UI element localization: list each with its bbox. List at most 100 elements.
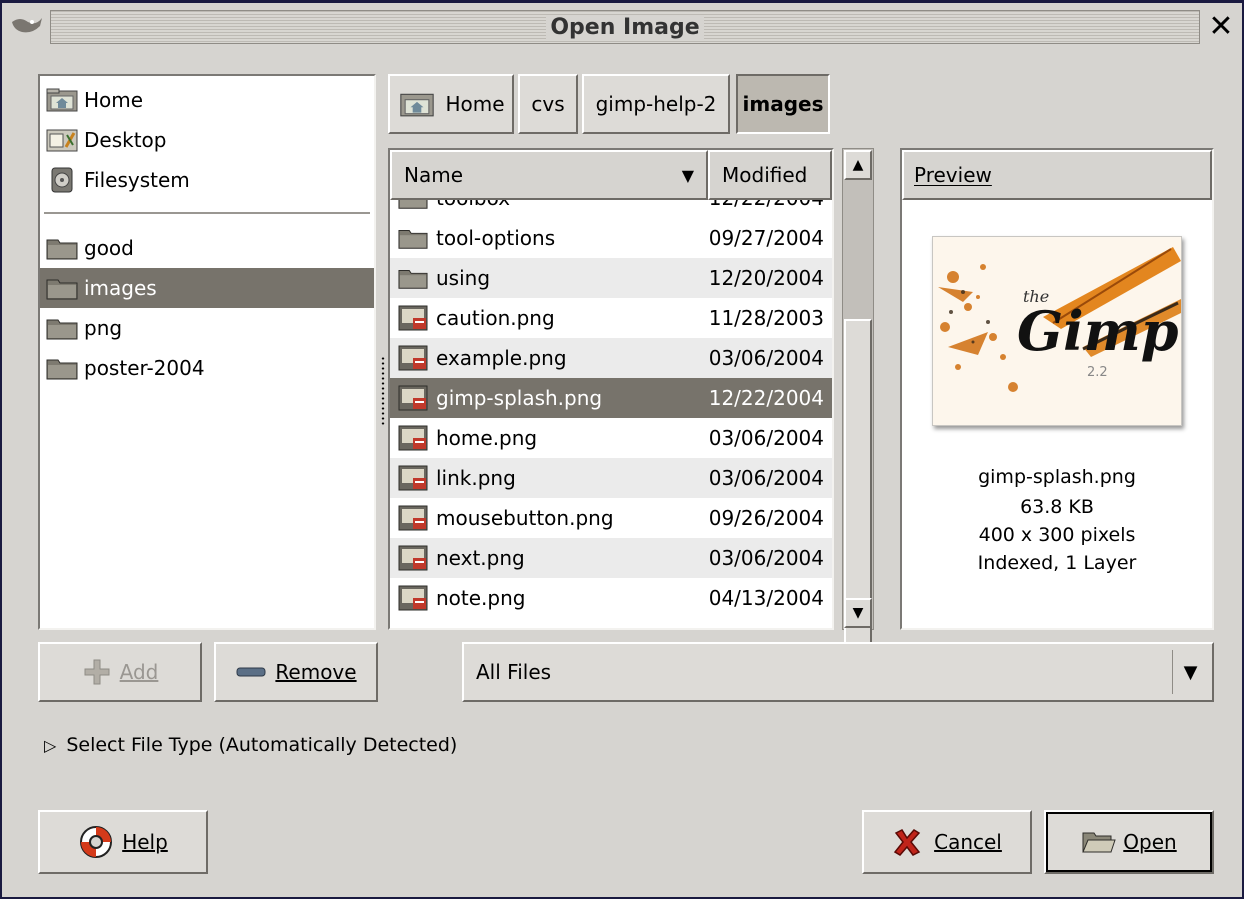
file-date: 03/06/2004: [708, 346, 824, 370]
folder-icon: [46, 279, 78, 300]
harddisk-icon: [51, 167, 73, 193]
place-bookmark-images[interactable]: images: [40, 268, 374, 308]
remove-label: Remove: [275, 660, 357, 684]
file-name: tool-options: [436, 226, 556, 250]
preview-pane: Preview the Gimp 2.2 gimp-splash.png 63.…: [900, 148, 1214, 630]
folder-icon: [46, 359, 78, 380]
help-button[interactable]: Help: [38, 810, 208, 874]
sort-descending-icon: ▼: [681, 165, 694, 185]
image-file-icon: [398, 305, 428, 331]
gimp-logo-icon[interactable]: [10, 12, 44, 38]
file-date: 12/20/2004: [708, 266, 824, 290]
pathbar-label: cvs: [531, 92, 565, 116]
scroll-down-arrow-icon[interactable]: ▼: [844, 598, 872, 628]
pathbar-cvs-button[interactable]: cvs: [518, 74, 578, 134]
file-row-selected[interactable]: gimp-splash.png 12/22/2004: [390, 378, 832, 418]
file-date: 03/06/2004: [708, 466, 824, 490]
column-header-label: Modified: [722, 163, 808, 187]
remove-bookmark-button[interactable]: Remove: [214, 642, 378, 702]
preview-thumbnail: the Gimp 2.2: [932, 236, 1182, 426]
window-title: Open Image: [546, 14, 704, 40]
remove-icon: [236, 667, 266, 677]
file-date: 03/06/2004: [708, 426, 824, 450]
file-name: home.png: [436, 426, 538, 450]
column-header-modified[interactable]: Modified: [708, 150, 832, 200]
file-date: 04/13/2004: [708, 586, 824, 610]
home-folder-icon: [46, 88, 78, 112]
image-file-icon: [398, 505, 428, 531]
file-row[interactable]: caution.png 11/28/2003: [390, 298, 832, 338]
place-label: poster-2004: [84, 356, 205, 380]
preview-header-label: Preview: [914, 163, 992, 187]
place-label: images: [84, 276, 157, 300]
pathbar-label: Home: [445, 92, 505, 116]
title-track: Open Image: [50, 10, 1200, 44]
file-name: toolbox: [436, 200, 698, 210]
cancel-button[interactable]: Cancel: [862, 810, 1032, 874]
pathbar-home-button[interactable]: Home: [388, 74, 514, 134]
add-bookmark-button[interactable]: Add: [38, 642, 202, 702]
file-name: link.png: [436, 466, 516, 490]
place-label: Home: [84, 88, 144, 112]
file-name: using: [436, 266, 491, 290]
place-label: Desktop: [84, 128, 167, 152]
file-row[interactable]: toolbox 12/22/2004: [390, 200, 832, 218]
file-row[interactable]: example.png 03/06/2004: [390, 338, 832, 378]
file-row[interactable]: note.png 04/13/2004: [390, 578, 832, 618]
expander-label: Select File Type (Automatically Detected…: [66, 734, 458, 756]
pane-resize-handle[interactable]: [380, 356, 386, 426]
place-bookmark-png[interactable]: png: [40, 308, 374, 348]
file-row[interactable]: using 12/20/2004: [390, 258, 832, 298]
home-folder-icon: [400, 93, 435, 117]
image-file-icon: [398, 585, 428, 611]
file-date: 03/06/2004: [708, 546, 824, 570]
file-date: 09/27/2004: [708, 226, 824, 250]
file-list-scrollbar[interactable]: ▲ ▼: [842, 148, 874, 671]
file-name: gimp-splash.png: [436, 386, 603, 410]
help-lifebuoy-icon: [80, 826, 113, 858]
preview-header: Preview: [902, 150, 1212, 200]
pathbar-label: gimp-help-2: [595, 92, 717, 116]
add-icon: [84, 659, 110, 685]
file-name: note.png: [436, 586, 526, 610]
open-button[interactable]: Open: [1044, 810, 1214, 874]
folder-icon: [398, 230, 428, 249]
file-row[interactable]: next.png 03/06/2004: [390, 538, 832, 578]
expander-triangle-icon: ▷: [44, 735, 57, 755]
preview-filesize: 63.8 KB: [1020, 496, 1094, 518]
image-file-icon: [398, 345, 428, 371]
place-label: png: [84, 316, 123, 340]
cancel-x-icon: [893, 829, 921, 856]
place-label: good: [84, 236, 134, 260]
place-filesystem[interactable]: Filesystem: [40, 160, 374, 200]
file-row[interactable]: tool-options 09/27/2004: [390, 218, 832, 258]
place-desktop[interactable]: Desktop: [40, 120, 374, 160]
pathbar-gimp-help-2-button[interactable]: gimp-help-2: [582, 74, 730, 134]
place-home[interactable]: Home: [40, 80, 374, 120]
file-date: 09/26/2004: [708, 506, 824, 530]
folder-icon: [46, 319, 78, 340]
places-separator: [44, 212, 370, 215]
file-row[interactable]: mousebutton.png 09/26/2004: [390, 498, 832, 538]
folder-icon: [46, 239, 78, 260]
pathbar-images-button[interactable]: images: [736, 74, 830, 134]
file-type-expander[interactable]: ▷ Select File Type (Automatically Detect…: [44, 730, 457, 760]
place-bookmark-good[interactable]: good: [40, 228, 374, 268]
place-label: Filesystem: [84, 168, 190, 192]
preview-filename: gimp-splash.png: [978, 466, 1136, 488]
file-name: example.png: [436, 346, 567, 370]
file-name: next.png: [436, 546, 525, 570]
place-bookmark-poster-2004[interactable]: poster-2004: [40, 348, 374, 388]
preview-info: Indexed, 1 Layer: [977, 552, 1137, 574]
chevron-down-icon[interactable]: ▼: [1172, 650, 1208, 694]
file-row[interactable]: link.png 03/06/2004: [390, 458, 832, 498]
column-header-label: Name: [404, 163, 464, 187]
file-filter-combo[interactable]: All Files: [462, 642, 1214, 702]
title-bar[interactable]: Open Image ✕: [2, 4, 1242, 52]
pathbar-label: images: [742, 92, 824, 116]
thumb-text-version: 2.2: [1087, 365, 1108, 380]
scroll-up-arrow-icon[interactable]: ▲: [844, 150, 872, 180]
file-row[interactable]: home.png 03/06/2004: [390, 418, 832, 458]
close-icon[interactable]: ✕: [1206, 10, 1236, 44]
column-header-name[interactable]: Name ▼: [390, 150, 708, 200]
